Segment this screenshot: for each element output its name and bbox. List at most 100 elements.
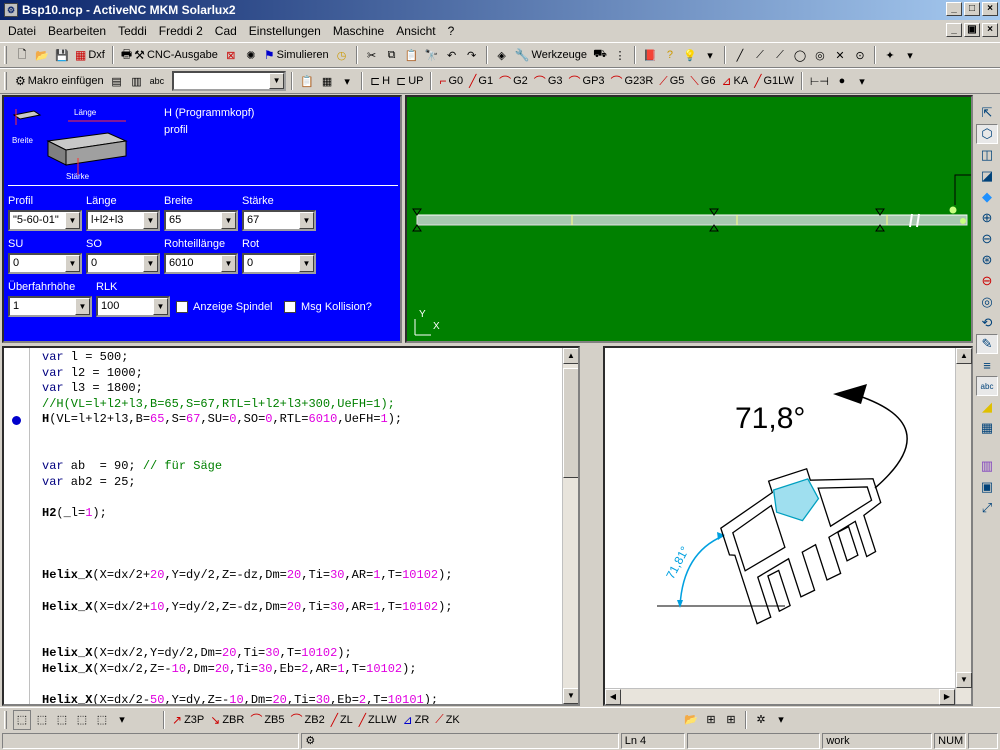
abc-icon[interactable]: abc [148, 71, 167, 91]
triangle-icon[interactable]: ◢ [976, 397, 998, 417]
laenge-field[interactable]: l+l2+l3 ▼ [86, 210, 160, 231]
code-line[interactable]: Helix_X(X=dx/2,Z=-10,Dm=20,Ti=30,Eb=2,AR… [42, 662, 453, 678]
line-icon[interactable]: ╱ [731, 45, 749, 65]
chevron-down-icon[interactable]: ▼ [269, 73, 285, 89]
select-icon[interactable]: ⇱ [976, 103, 998, 123]
cmd-h-button[interactable]: ⊏ H [368, 71, 392, 91]
circle-icon[interactable]: ◯ [791, 45, 809, 65]
toolbar-grip[interactable] [4, 72, 7, 90]
expand-icon[interactable]: ⤢ [976, 498, 998, 518]
code-line[interactable] [42, 444, 453, 460]
menu-ansicht[interactable]: Ansicht [390, 22, 441, 40]
code-line[interactable] [42, 522, 453, 538]
multi-view-icon[interactable]: ▥ [976, 456, 998, 476]
solid-view-icon[interactable]: ◆ [976, 187, 998, 207]
cmd-g5-button[interactable]: ⟋ G5 [657, 71, 686, 91]
toolbar-grip[interactable] [4, 46, 7, 64]
chevron-down-icon[interactable]: ▼ [143, 212, 158, 229]
tool-list-icon[interactable]: ⋮ [611, 45, 629, 65]
cmd-zbr-button[interactable]: ↘ ZBR [208, 710, 246, 730]
pane-splitter[interactable] [582, 346, 602, 706]
insert-macro-button[interactable]: ⚙ Makro einfügen [13, 71, 106, 91]
code-line[interactable]: H2(_l=1); [42, 506, 453, 522]
code-line[interactable]: Helix_X(X=dx/2+20,Y=dy/2,Z=-dz,Dm=20,Ti=… [42, 568, 453, 584]
chevron-down-icon[interactable]: ▼ [299, 255, 314, 272]
machine-icon[interactable]: ⛟ [591, 45, 609, 65]
pen-icon[interactable]: ✎ [976, 334, 998, 354]
lines-icon[interactable]: ≡ [976, 355, 998, 375]
menu-bearbeiten[interactable]: Bearbeiten [42, 22, 112, 40]
find-icon[interactable]: 🔭 [423, 45, 441, 65]
layers-icon[interactable]: ◈ [493, 45, 511, 65]
code-line[interactable]: var l = 500; [42, 350, 453, 366]
code-line[interactable] [42, 631, 453, 647]
tile-view-icon[interactable]: ▣ [976, 477, 998, 497]
menu-einstellungen[interactable]: Einstellungen [243, 22, 327, 40]
code-line[interactable]: //H(VL=l+l2+l3,B=65,S=67,RTL=l+l2+l3+300… [42, 397, 453, 413]
stop-icon[interactable]: ⊠ [222, 45, 240, 65]
chevron-down-icon[interactable]: ▾ [853, 71, 871, 91]
profile-drawing-view[interactable]: 71,8° 71,81° ▲ ▼ ◀ ▶ [603, 346, 973, 706]
code-line[interactable] [42, 537, 453, 553]
toolbar-grip[interactable] [4, 710, 7, 729]
cmd-g0-button[interactable]: ⌐ G0 [437, 71, 465, 91]
mdi-close-button[interactable]: × [982, 23, 998, 37]
scroll-up-button[interactable]: ▲ [956, 348, 972, 364]
chevron-down-icon[interactable]: ▾ [338, 71, 356, 91]
cmd-g6-button[interactable]: ⟍ G6 [688, 71, 717, 91]
code-line[interactable] [42, 615, 453, 631]
chevron-down-icon[interactable]: ▾ [113, 710, 131, 730]
simulate-button[interactable]: ⚑ Simulieren [262, 45, 331, 65]
cmd-z3p-button[interactable]: ↗ Z3P [170, 710, 206, 730]
editor-gutter[interactable] [4, 348, 30, 704]
front-view-icon[interactable]: ◫ [976, 145, 998, 165]
code-line[interactable] [42, 553, 453, 569]
book-icon[interactable]: 📕 [641, 45, 659, 65]
side-view-icon[interactable]: ◪ [976, 166, 998, 186]
staerke-field[interactable]: 67 ▼ [242, 210, 316, 231]
breite-field[interactable]: 65 ▼ [164, 210, 238, 231]
cmd-ka-button[interactable]: ⊿ KA [719, 71, 750, 91]
zoom-fit-icon[interactable]: ⊛ [976, 250, 998, 270]
chevron-down-icon[interactable]: ▼ [65, 255, 80, 272]
rlk-field[interactable]: 100 ▼ [96, 296, 170, 317]
undo-icon[interactable]: ↶ [443, 45, 461, 65]
scroll-thumb[interactable] [563, 368, 578, 478]
scroll-right-button[interactable]: ▶ [939, 689, 955, 705]
gear-icon[interactable]: ⚙ [4, 3, 18, 17]
rohteillaenge-field[interactable]: 6010 ▼ [164, 253, 238, 274]
measure-icon[interactable]: ⊢⊣ [808, 71, 831, 91]
cmd-g1-button[interactable]: ╱ G1 [467, 71, 495, 91]
rotate-view-icon[interactable]: ⟲ [976, 313, 998, 333]
menu-cad[interactable]: Cad [209, 22, 243, 40]
view-single-icon[interactable]: ⬚ [13, 709, 31, 730]
maximize-button[interactable]: □ [964, 2, 980, 16]
chevron-down-icon[interactable]: ▼ [65, 212, 80, 229]
show-spindle-checkbox[interactable]: Anzeige Spindel [176, 301, 273, 313]
bulb-icon[interactable]: 💡 [681, 45, 699, 65]
new-file-icon[interactable]: 🗋 [13, 45, 31, 65]
scroll-up-button[interactable]: ▲ [563, 348, 578, 364]
circle-center-icon[interactable]: ◎ [811, 45, 829, 65]
mdi-minimize-button[interactable]: _ [946, 23, 962, 37]
su-field[interactable]: 0 ▼ [8, 253, 82, 274]
tools-button[interactable]: 🔧 Werkzeuge [513, 45, 589, 65]
paste-icon[interactable]: 📋 [403, 45, 421, 65]
chevron-down-icon[interactable]: ▼ [299, 212, 314, 229]
chevron-down-icon[interactable]: ▼ [143, 255, 158, 272]
abc-text-icon[interactable]: abc [976, 376, 998, 396]
breakpoint-icon[interactable] [12, 416, 21, 425]
grid-icon[interactable]: ▦ [318, 71, 336, 91]
cmd-zl-button[interactable]: ╱ ZL [329, 710, 355, 730]
show-spindle-box[interactable] [176, 301, 188, 313]
code-vertical-scrollbar[interactable]: ▲ ▼ [562, 348, 578, 704]
rot-field[interactable]: 0 ▼ [242, 253, 316, 274]
grid-icon[interactable]: ▦ [976, 418, 998, 438]
code-line[interactable]: var l2 = 1000; [42, 366, 453, 382]
zoom-minus-icon[interactable]: ⊖ [976, 271, 998, 291]
chevron-down-icon[interactable]: ▼ [221, 212, 236, 229]
scroll-down-button[interactable]: ▼ [563, 688, 578, 704]
cnc-output-button[interactable]: 🖶 ⚒ CNC-Ausgabe [119, 45, 220, 65]
chevron-down-icon[interactable]: ▾ [901, 45, 919, 65]
code-line[interactable]: Helix_X(X=dx/2+10,Y=dy/2,Z=-dz,Dm=20,Ti=… [42, 600, 453, 616]
